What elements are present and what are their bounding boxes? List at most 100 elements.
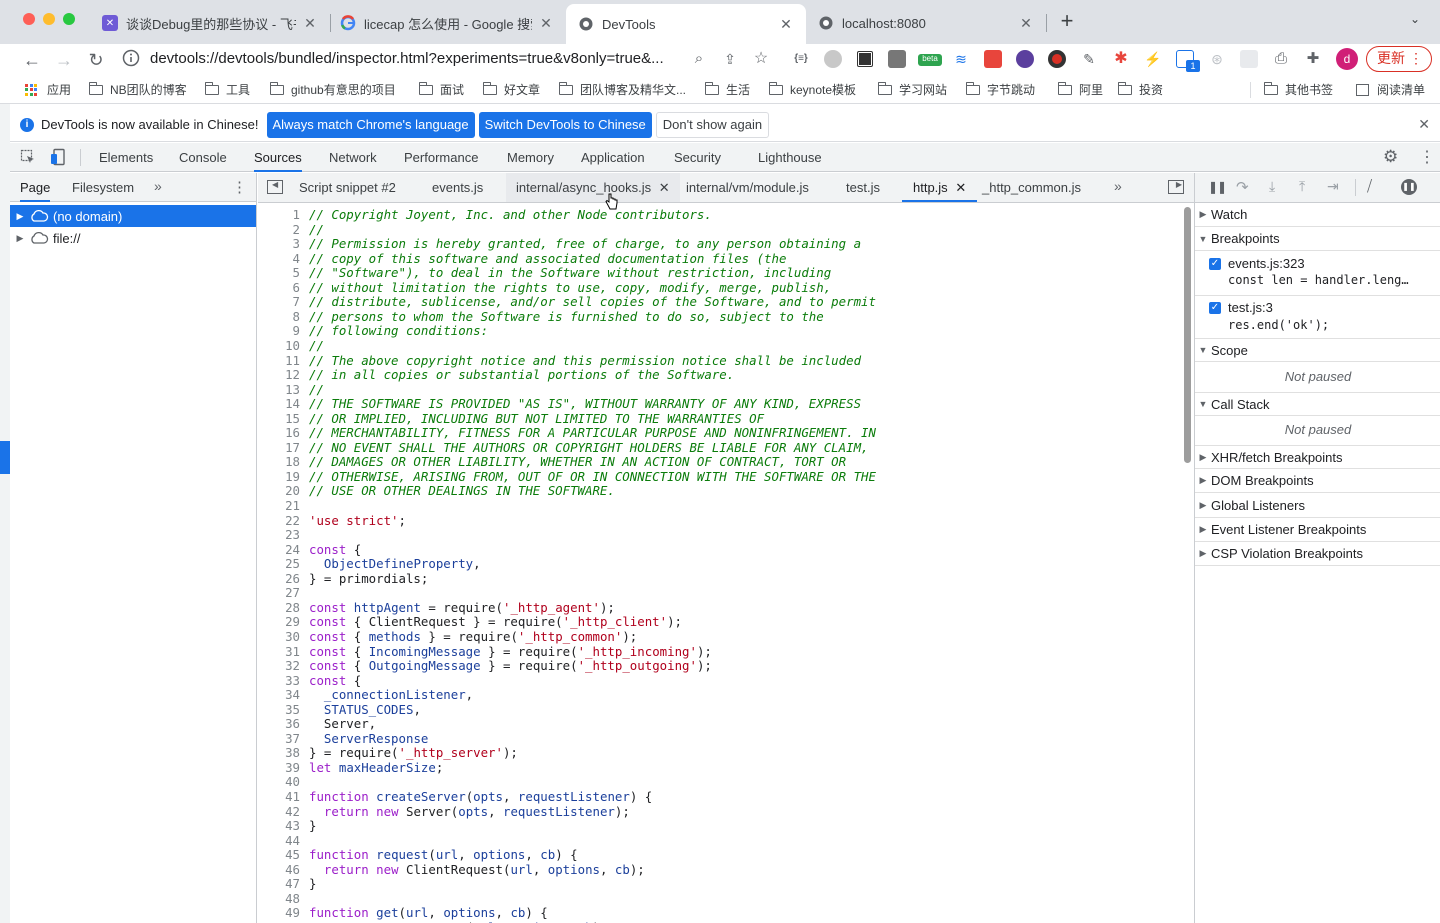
line-number[interactable]: 22 — [258, 513, 300, 528]
code-line[interactable]: const { — [309, 673, 361, 688]
code-line[interactable]: ObjectDefineProperty, — [309, 556, 481, 571]
eyedropper-icon[interactable]: ✎ — [1080, 50, 1098, 68]
line-number[interactable]: 16 — [258, 425, 300, 440]
line-number[interactable]: 42 — [258, 804, 300, 819]
code-line[interactable]: // Permission is hereby granted, free of… — [309, 236, 861, 251]
tab-console[interactable]: Console — [179, 143, 227, 172]
line-number[interactable]: 6 — [258, 280, 300, 295]
code-line[interactable]: const { — [309, 542, 361, 557]
code-line[interactable]: const { ClientRequest } = require('_http… — [309, 614, 682, 629]
json-extension-icon[interactable]: {≡} — [792, 50, 810, 68]
code-line[interactable]: // THE SOFTWARE IS PROVIDED "AS IS", WIT… — [309, 396, 861, 411]
code-line[interactable]: const httpAgent = require('_http_agent')… — [309, 600, 615, 615]
code-line[interactable]: // Copyright Joyent, Inc. and other Node… — [309, 207, 712, 222]
code-line[interactable]: // DAMAGES OR OTHER LIABILITY, WHETHER I… — [309, 454, 846, 469]
line-number[interactable]: 49 — [258, 905, 300, 920]
more-vertical-icon[interactable]: ⋮ — [232, 178, 247, 196]
editor-tab-vm-module[interactable]: internal/vm/module.js — [686, 173, 809, 202]
line-number[interactable]: 38 — [258, 745, 300, 760]
tab-lighthouse[interactable]: Lighthouse — [758, 143, 822, 172]
code-line[interactable]: // USE OR OTHER DEALINGS IN THE SOFTWARE… — [309, 483, 615, 498]
line-number[interactable]: 25 — [258, 556, 300, 571]
bookmark-folder[interactable]: 团队博客及精华文... — [559, 81, 686, 98]
line-number[interactable]: 17 — [258, 440, 300, 455]
line-number[interactable]: 2 — [258, 222, 300, 237]
line-number[interactable]: 29 — [258, 614, 300, 629]
bookmark-folder[interactable]: 工具 — [205, 81, 250, 98]
lightning-icon[interactable]: ⚡ — [1144, 50, 1162, 68]
browser-tab-localhost[interactable]: localhost:8080 ✕ — [806, 6, 1046, 40]
line-number[interactable]: 11 — [258, 353, 300, 368]
editor-tab-snippet[interactable]: Script snippet #2 — [299, 173, 396, 202]
line-number[interactable]: 40 — [258, 774, 300, 789]
line-number[interactable]: 34 — [258, 687, 300, 702]
editor-tab-test[interactable]: test.js — [846, 173, 880, 202]
tab-memory[interactable]: Memory — [507, 143, 554, 172]
line-number[interactable]: 43 — [258, 818, 300, 833]
extension-icon[interactable] — [1048, 50, 1066, 68]
line-number[interactable]: 12 — [258, 367, 300, 382]
step-into-icon[interactable]: ⤓ — [1269, 178, 1275, 195]
code-line[interactable]: // persons to whom the Software is furni… — [309, 309, 824, 324]
extension-icon[interactable] — [824, 50, 842, 68]
bookmark-folder[interactable]: 字节跳动 — [966, 81, 1035, 98]
line-number[interactable]: 41 — [258, 789, 300, 804]
stack-extension-icon[interactable]: ≋ — [952, 50, 970, 68]
code-line[interactable]: // OTHERWISE, ARISING FROM, OUT OF OR IN… — [309, 469, 876, 484]
zoom-icon[interactable]: ⌕ — [690, 50, 708, 68]
code-line[interactable]: // — [309, 338, 324, 353]
close-tab-icon[interactable]: ✕ — [778, 16, 794, 33]
line-number[interactable]: 39 — [258, 760, 300, 775]
code-line[interactable]: function request(url, options, cb) { — [309, 847, 578, 862]
info-circle-icon[interactable] — [122, 49, 140, 67]
line-number[interactable]: 19 — [258, 469, 300, 484]
browser-tab-google[interactable]: licecap 怎么使用 - Google 搜索 ✕ — [328, 6, 566, 40]
breakpoint-location[interactable]: events.js:323 — [1228, 256, 1305, 271]
line-number[interactable]: 37 — [258, 731, 300, 746]
back-arrow-icon[interactable]: ← — [20, 48, 44, 72]
code-line[interactable]: // "Software"), to deal in the Software … — [309, 265, 831, 280]
code-line[interactable]: const { IncomingMessage } = require('_ht… — [309, 644, 712, 659]
reading-list-icon[interactable]: ⎙ — [1272, 50, 1290, 68]
zoom-window-button[interactable] — [63, 13, 75, 25]
breakpoint-checkbox[interactable]: ✓ — [1209, 258, 1221, 270]
line-number[interactable]: 15 — [258, 411, 300, 426]
bookmark-folder[interactable]: 好文章 — [483, 81, 540, 98]
close-tab-icon[interactable]: ✕ — [659, 180, 670, 195]
code-line[interactable]: } = require('_http_server'); — [309, 745, 518, 760]
editor-scrollbar[interactable] — [1184, 207, 1191, 463]
code-line[interactable]: } — [309, 876, 316, 891]
lock-extension-icon[interactable] — [984, 50, 1002, 68]
tree-item-no-domain[interactable]: ▶ (no domain) — [10, 205, 256, 227]
code-line[interactable]: Server, — [309, 716, 376, 731]
watch-section[interactable]: ▶ Watch — [1195, 203, 1440, 227]
more-tabs-chevron-icon[interactable]: » — [154, 178, 162, 194]
code-line[interactable]: function get(url, options, cb) { — [309, 905, 548, 920]
dont-show-again-button[interactable]: Don't show again — [655, 111, 770, 138]
line-number[interactable]: 28 — [258, 600, 300, 615]
line-number[interactable]: 27 — [258, 585, 300, 600]
editor-tab-async-hooks[interactable]: internal/async_hooks.js ✕ — [506, 173, 680, 202]
browser-tab-devtools[interactable]: DevTools ✕ — [566, 4, 806, 44]
code-line[interactable]: // — [309, 222, 324, 237]
extension-icon[interactable]: ⊛ — [1208, 50, 1226, 68]
expand-triangle-icon[interactable]: ▶ — [13, 233, 27, 244]
line-number[interactable]: 32 — [258, 658, 300, 673]
code-editor[interactable]: 1 // Copyright Joyent, Inc. and other Nod… — [258, 205, 1180, 923]
line-number[interactable]: 21 — [258, 498, 300, 513]
code-line[interactable]: // without limitation the rights to use,… — [309, 280, 831, 295]
dom-breakpoints-section[interactable]: ▶ DOM Breakpoints — [1195, 469, 1440, 493]
tab-page[interactable]: Page — [20, 173, 51, 202]
tab-performance[interactable]: Performance — [404, 143, 478, 172]
line-number[interactable]: 31 — [258, 644, 300, 659]
line-number[interactable]: 14 — [258, 396, 300, 411]
code-line[interactable]: return new Server(opts, requestListener)… — [309, 804, 630, 819]
tab-security[interactable]: Security — [674, 143, 721, 172]
bookmark-other[interactable]: 其他书签 — [1264, 81, 1333, 98]
line-number[interactable]: 8 — [258, 309, 300, 324]
breakpoint-location[interactable]: test.js:3 — [1228, 300, 1273, 315]
toggle-navigator-icon[interactable]: ◀ — [267, 180, 283, 194]
code-line[interactable]: _connectionListener, — [309, 687, 473, 702]
qr-code-icon[interactable] — [856, 50, 874, 68]
line-number[interactable]: 48 — [258, 891, 300, 906]
